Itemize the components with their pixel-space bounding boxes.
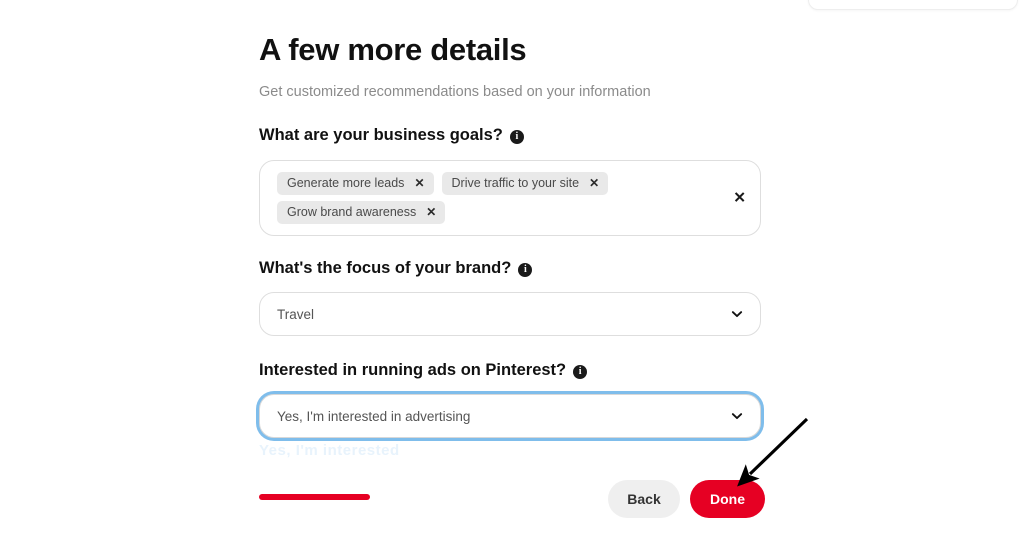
clear-all-icon[interactable]: ✕ <box>733 191 746 206</box>
ads-interest-label-text: Interested in running ads on Pinterest? <box>259 361 567 379</box>
tag-chip[interactable]: Generate more leads ✕ <box>277 172 434 195</box>
tag-label: Drive traffic to your site <box>451 176 580 190</box>
progress-bar <box>259 494 370 500</box>
selected-tags-container: Generate more leads ✕ Drive traffic to y… <box>277 172 697 224</box>
page-title: A few more details <box>259 32 527 67</box>
business-goals-label-text: What are your business goals? <box>259 126 503 144</box>
tag-label: Generate more leads <box>287 176 405 190</box>
done-button[interactable]: Done <box>690 480 765 518</box>
tag-chip[interactable]: Drive traffic to your site ✕ <box>441 172 609 195</box>
ads-interest-select[interactable]: Yes, I'm interested in advertising <box>259 394 761 438</box>
chevron-down-icon <box>731 413 743 420</box>
business-goals-multiselect[interactable]: Generate more leads ✕ Drive traffic to y… <box>259 160 761 236</box>
page-subtitle: Get customized recommendations based on … <box>259 84 651 100</box>
ads-interest-value: Yes, I'm interested in advertising <box>277 408 471 424</box>
brand-focus-value: Travel <box>277 306 315 322</box>
info-icon[interactable]: i <box>518 262 533 277</box>
brand-focus-select[interactable]: Travel <box>259 292 761 336</box>
tag-remove-icon[interactable]: ✕ <box>589 177 599 189</box>
onboarding-form: A few more details Get customized recomm… <box>259 0 765 538</box>
tag-remove-icon[interactable]: ✕ <box>414 177 424 189</box>
back-button[interactable]: Back <box>608 480 680 518</box>
chevron-down-icon <box>731 311 743 318</box>
tag-chip[interactable]: Grow brand awareness ✕ <box>277 201 446 224</box>
tag-remove-icon[interactable]: ✕ <box>426 206 436 218</box>
business-goals-label: What are your business goals? i <box>259 126 524 145</box>
clipped-top-right-panel <box>808 0 1018 10</box>
info-icon[interactable]: i <box>573 364 588 379</box>
ads-interest-label: Interested in running ads on Pinterest? … <box>259 361 588 380</box>
brand-focus-label-text: What's the focus of your brand? <box>259 259 512 277</box>
tag-label: Grow brand awareness <box>287 205 417 219</box>
info-icon[interactable]: i <box>509 129 524 144</box>
ghost-text-artifact: Yes, I'm interested <box>259 442 400 459</box>
brand-focus-label: What's the focus of your brand? i <box>259 259 533 278</box>
